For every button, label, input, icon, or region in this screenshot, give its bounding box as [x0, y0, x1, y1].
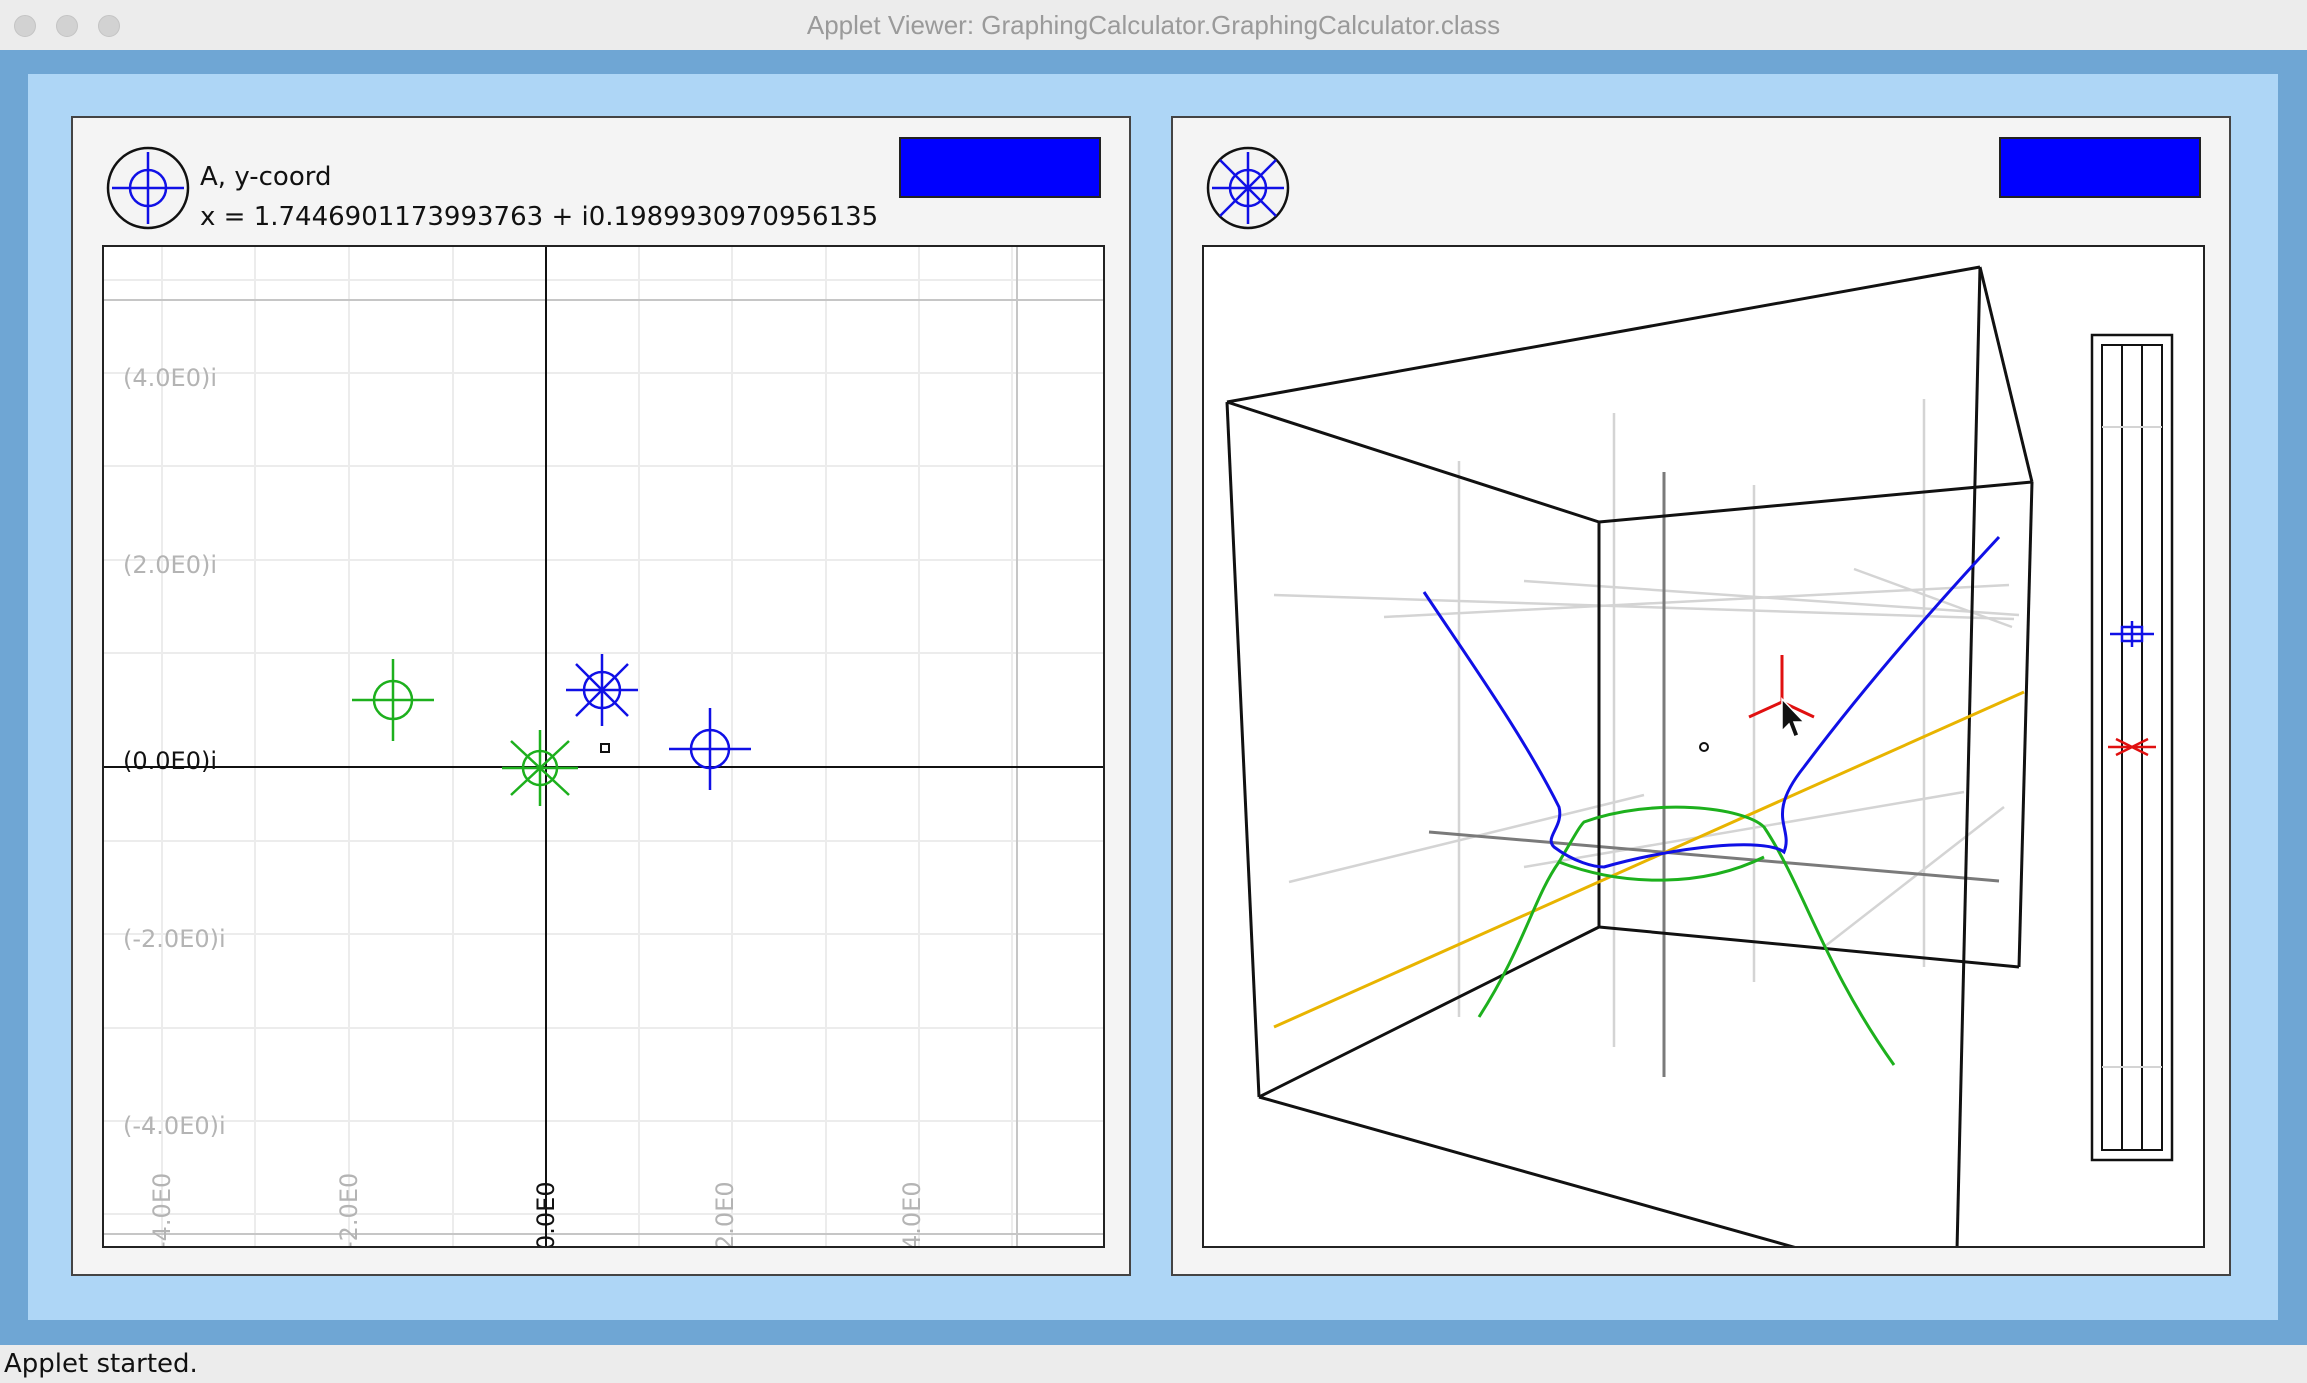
mouse-position-marker	[600, 743, 610, 753]
blue-surface-curve	[1422, 535, 2001, 869]
complex-plane-plot[interactable]: (4.0E0)i (2.0E0)i (0.0E0)i (-2.0E0)i (-4…	[102, 245, 1105, 1248]
x-tick-label: 0.0E0	[532, 1181, 560, 1248]
complex-plane-panel: A, y-coord x = 1.7446901173993763 + i0.1…	[71, 116, 1131, 1276]
origin-point	[1699, 742, 1709, 752]
3d-plot[interactable]	[1202, 245, 2205, 1248]
color-swatch[interactable]	[899, 137, 1101, 198]
blue-point-asterisk[interactable]	[566, 654, 638, 726]
y-tick-label: (2.0E0)i	[123, 551, 217, 579]
blue-point-crosshair[interactable]	[669, 708, 751, 790]
x-tick-label: 4.0E0	[898, 1181, 926, 1248]
3d-view-panel	[1171, 116, 2231, 1276]
y-tick-label: (4.0E0)i	[123, 364, 217, 392]
variable-emblem-icon[interactable]	[1206, 146, 1290, 230]
x-tick-label: -2.0E0	[335, 1173, 363, 1248]
green-point-asterisk[interactable]	[502, 730, 578, 806]
y-tick-label: (0.0E0)i	[123, 747, 217, 775]
y-tick-label: (-2.0E0)i	[123, 925, 226, 953]
x-tick-label: 2.0E0	[711, 1181, 739, 1248]
window-title: Applet Viewer: GraphingCalculator.Graphi…	[806, 10, 1501, 40]
status-bar: Applet started.	[0, 1345, 2307, 1383]
window-titlebar: Applet Viewer: GraphingCalculator.Graphi…	[0, 0, 2307, 51]
green-point-crosshair[interactable]	[352, 659, 434, 741]
bounding-cube	[1225, 265, 2034, 1246]
yellow-axis-line	[1273, 690, 2025, 1029]
x-tick-label: -4.0E0	[148, 1173, 176, 1248]
y-tick-label: (-4.0E0)i	[123, 1112, 226, 1140]
status-text: Applet started.	[4, 1349, 198, 1379]
variable-value: x = 1.7446901173993763 + i0.198993097095…	[200, 202, 879, 232]
color-swatch[interactable]	[1999, 137, 2201, 198]
variable-emblem-icon[interactable]	[106, 146, 190, 230]
variable-label: A, y-coord	[200, 162, 332, 192]
mouse-cursor-icon	[1781, 697, 1806, 738]
